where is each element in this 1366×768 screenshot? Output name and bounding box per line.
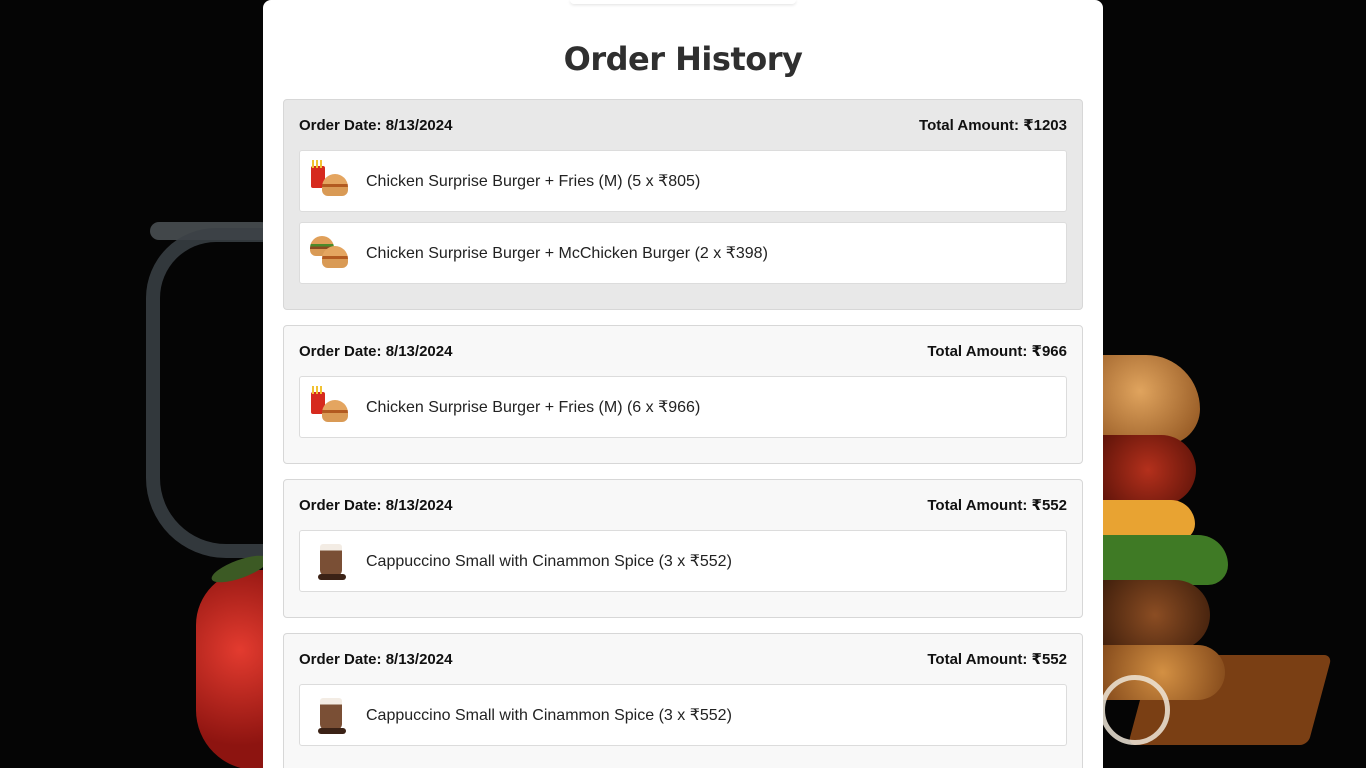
- order-date-label: Order Date:: [299, 116, 382, 134]
- cappuccino-thumb: [308, 538, 354, 584]
- order-header: Order Date: 8/13/2024 Total Amount: ₹552: [299, 480, 1067, 530]
- order-header: Order Date: 8/13/2024 Total Amount: ₹1203: [299, 100, 1067, 150]
- orders-list: Order Date: 8/13/2024 Total Amount: ₹1203…: [283, 99, 1083, 768]
- burger-icon: [322, 174, 348, 196]
- two-burgers-thumb: [308, 230, 354, 276]
- order-total: Total Amount: ₹552: [927, 496, 1067, 514]
- coffee-cup-icon: [320, 544, 342, 576]
- order-item-name: Chicken Surprise Burger + Fries (M) (6 x…: [366, 399, 701, 416]
- burger-icon: [322, 246, 348, 268]
- order-total: Total Amount: ₹552: [927, 650, 1067, 668]
- coffee-cup-icon: [320, 698, 342, 730]
- order-history-panel: Order History Order Date: 8/13/2024 Total…: [263, 0, 1103, 768]
- burger-decoration: [1100, 355, 1333, 768]
- order-item-name: Cappuccino Small with Cinammon Spice (3 …: [366, 553, 732, 570]
- order-total-value: ₹966: [1031, 343, 1067, 360]
- coffee-beans-icon: [318, 574, 346, 580]
- order-header: Order Date: 8/13/2024 Total Amount: ₹552: [299, 634, 1067, 684]
- burger-fries-thumb: [308, 158, 354, 204]
- lettuce-decoration: [1100, 535, 1228, 585]
- order-card[interactable]: Order Date: 8/13/2024 Total Amount: ₹1203…: [283, 99, 1083, 310]
- order-date-label: Order Date:: [299, 650, 382, 668]
- bun-top-decoration: [1100, 355, 1200, 445]
- order-total-label: Total Amount:: [927, 651, 1028, 668]
- order-total-value: ₹552: [1031, 497, 1067, 514]
- order-item[interactable]: Chicken Surprise Burger + Fries (M) (6 x…: [299, 376, 1067, 438]
- order-total: Total Amount: ₹1203: [919, 116, 1067, 134]
- patty-decoration: [1100, 580, 1210, 650]
- sauce-decoration: [1100, 435, 1196, 505]
- order-card[interactable]: Order Date: 8/13/2024 Total Amount: ₹966 C…: [283, 325, 1083, 464]
- order-item-name: Cappuccino Small with Cinammon Spice (3 …: [366, 707, 732, 724]
- order-date-value: 8/13/2024: [385, 496, 453, 514]
- order-date-value: 8/13/2024: [385, 342, 453, 360]
- order-date: Order Date: 8/13/2024: [299, 497, 452, 514]
- order-total-label: Total Amount:: [927, 343, 1028, 360]
- cheese-decoration: [1100, 500, 1195, 540]
- order-total-label: Total Amount:: [927, 497, 1028, 514]
- burger-icon: [322, 400, 348, 422]
- order-item-name: Chicken Surprise Burger + McChicken Burg…: [366, 245, 768, 262]
- order-item[interactable]: Chicken Surprise Burger + Fries (M) (5 x…: [299, 150, 1067, 212]
- page-title: Order History: [563, 40, 803, 78]
- order-card[interactable]: Order Date: 8/13/2024 Total Amount: ₹552 C…: [283, 479, 1083, 618]
- order-card[interactable]: Order Date: 8/13/2024 Total Amount: ₹552 C…: [283, 633, 1083, 768]
- order-header: Order Date: 8/13/2024 Total Amount: ₹966: [299, 326, 1067, 376]
- order-item[interactable]: Chicken Surprise Burger + McChicken Burg…: [299, 222, 1067, 284]
- coffee-beans-icon: [318, 728, 346, 734]
- order-total: Total Amount: ₹966: [927, 342, 1067, 360]
- order-date: Order Date: 8/13/2024: [299, 343, 452, 360]
- order-date: Order Date: 8/13/2024: [299, 651, 452, 668]
- order-date-value: 8/13/2024: [385, 650, 453, 668]
- order-total-label: Total Amount:: [919, 117, 1020, 134]
- order-item[interactable]: Cappuccino Small with Cinammon Spice (3 …: [299, 530, 1067, 592]
- cappuccino-thumb: [308, 692, 354, 738]
- order-total-value: ₹1203: [1023, 117, 1067, 134]
- order-date: Order Date: 8/13/2024: [299, 117, 452, 134]
- order-date-label: Order Date:: [299, 342, 382, 360]
- order-total-value: ₹552: [1031, 651, 1067, 668]
- order-item[interactable]: Cappuccino Small with Cinammon Spice (3 …: [299, 684, 1067, 746]
- top-tab-shadow: [570, 0, 796, 4]
- order-item-name: Chicken Surprise Burger + Fries (M) (5 x…: [366, 173, 701, 190]
- burger-fries-thumb: [308, 384, 354, 430]
- order-date-value: 8/13/2024: [385, 116, 453, 134]
- onion-decoration: [1100, 675, 1170, 745]
- order-date-label: Order Date:: [299, 496, 382, 514]
